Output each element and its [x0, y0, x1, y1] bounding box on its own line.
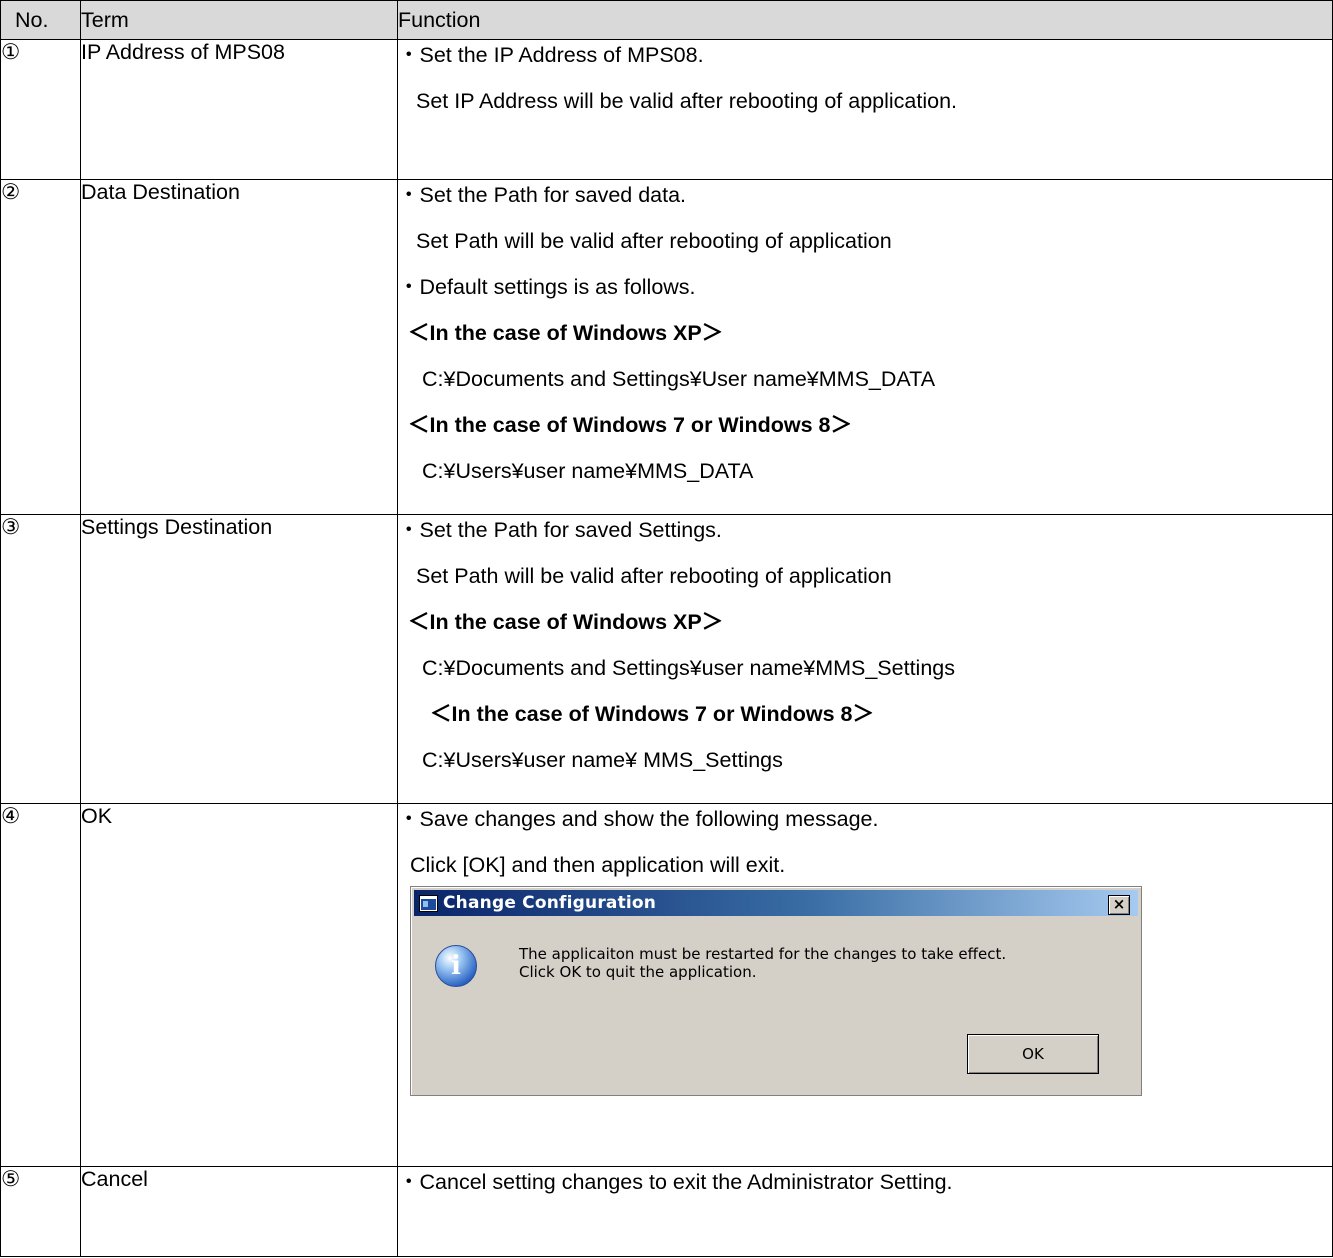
function-line: Set Path will be valid after rebooting o… [416, 564, 892, 588]
function-line: Click [OK] and then application will exi… [410, 853, 786, 877]
table-row: ③ Settings Destination ・Set the Path for… [0, 514, 1333, 804]
row-function: ・Set the Path for saved Settings. Set Pa… [397, 514, 1333, 804]
path-line: C:¥Users¥user name¥MMS_DATA [422, 459, 754, 483]
function-line: ・Set the Path for saved Settings. [398, 518, 722, 542]
row-function: ・Set the Path for saved data. Set Path w… [397, 179, 1333, 515]
dialog-title-bar: Change Configuration × [414, 890, 1138, 916]
function-line: ・Cancel setting changes to exit the Admi… [398, 1170, 953, 1194]
header-term: Term [80, 0, 398, 40]
close-icon[interactable]: × [1108, 895, 1130, 915]
table-row: ② Data Destination ・Set the Path for sav… [0, 179, 1333, 515]
row-function: ・Cancel setting changes to exit the Admi… [397, 1166, 1333, 1257]
row-number: ③ [0, 514, 81, 804]
function-line: Set IP Address will be valid after reboo… [416, 89, 958, 113]
row-term: Settings Destination [80, 514, 398, 804]
table-row: ① IP Address of MPS08 ・Set the IP Addres… [0, 39, 1333, 180]
function-line: ・Default settings is as follows. [398, 275, 696, 299]
dialog-message-line: Click OK to quit the application. [519, 963, 757, 981]
app-icon [419, 895, 438, 912]
row-number: ② [0, 179, 81, 515]
path-line: C:¥Documents and Settings¥User name¥MMS_… [422, 367, 936, 391]
table-row: ④ OK ・Save changes and show the followin… [0, 803, 1333, 1167]
row-term: Cancel [80, 1166, 398, 1257]
path-line: C:¥Documents and Settings¥user name¥MMS_… [422, 656, 955, 680]
os-heading: ＜In the case of Windows XP＞ [408, 610, 724, 634]
table-row: ⑤ Cancel ・Cancel setting changes to exit… [0, 1166, 1333, 1257]
info-icon: i [435, 945, 477, 987]
change-configuration-dialog: Change Configuration × i The applicaiton… [410, 886, 1142, 1096]
row-number: ① [0, 39, 81, 180]
row-number: ④ [0, 803, 81, 1167]
dialog-message-line: The applicaiton must be restarted for th… [519, 945, 1007, 963]
row-term: Data Destination [80, 179, 398, 515]
row-function: ・Set the IP Address of MPS08. Set IP Add… [397, 39, 1333, 180]
row-number: ⑤ [0, 1166, 81, 1257]
os-heading: ＜In the case of Windows XP＞ [408, 321, 724, 345]
header-function: Function [397, 0, 1333, 40]
row-function: ・Save changes and show the following mes… [397, 803, 1333, 1167]
table-header-row: No. Term Function [0, 0, 1333, 40]
os-heading: ＜In the case of Windows 7 or Windows 8＞ [430, 702, 874, 726]
row-term: OK [80, 803, 398, 1167]
os-heading: ＜In the case of Windows 7 or Windows 8＞ [408, 413, 852, 437]
path-line: C:¥Users¥user name¥ MMS_Settings [422, 748, 783, 772]
dialog-message: The applicaiton must be restarted for th… [519, 945, 1006, 981]
function-line: ・Save changes and show the following mes… [398, 807, 879, 831]
ok-button[interactable]: OK [967, 1034, 1099, 1074]
header-no: No. [0, 0, 81, 40]
function-line: Set Path will be valid after rebooting o… [416, 229, 892, 253]
function-line: ・Set the Path for saved data. [398, 183, 687, 207]
dialog-title: Change Configuration [443, 893, 657, 913]
row-term: IP Address of MPS08 [80, 39, 398, 180]
function-table: No. Term Function ① IP Address of MPS08 … [0, 0, 1333, 1257]
function-line: ・Set the IP Address of MPS08. [398, 43, 704, 67]
